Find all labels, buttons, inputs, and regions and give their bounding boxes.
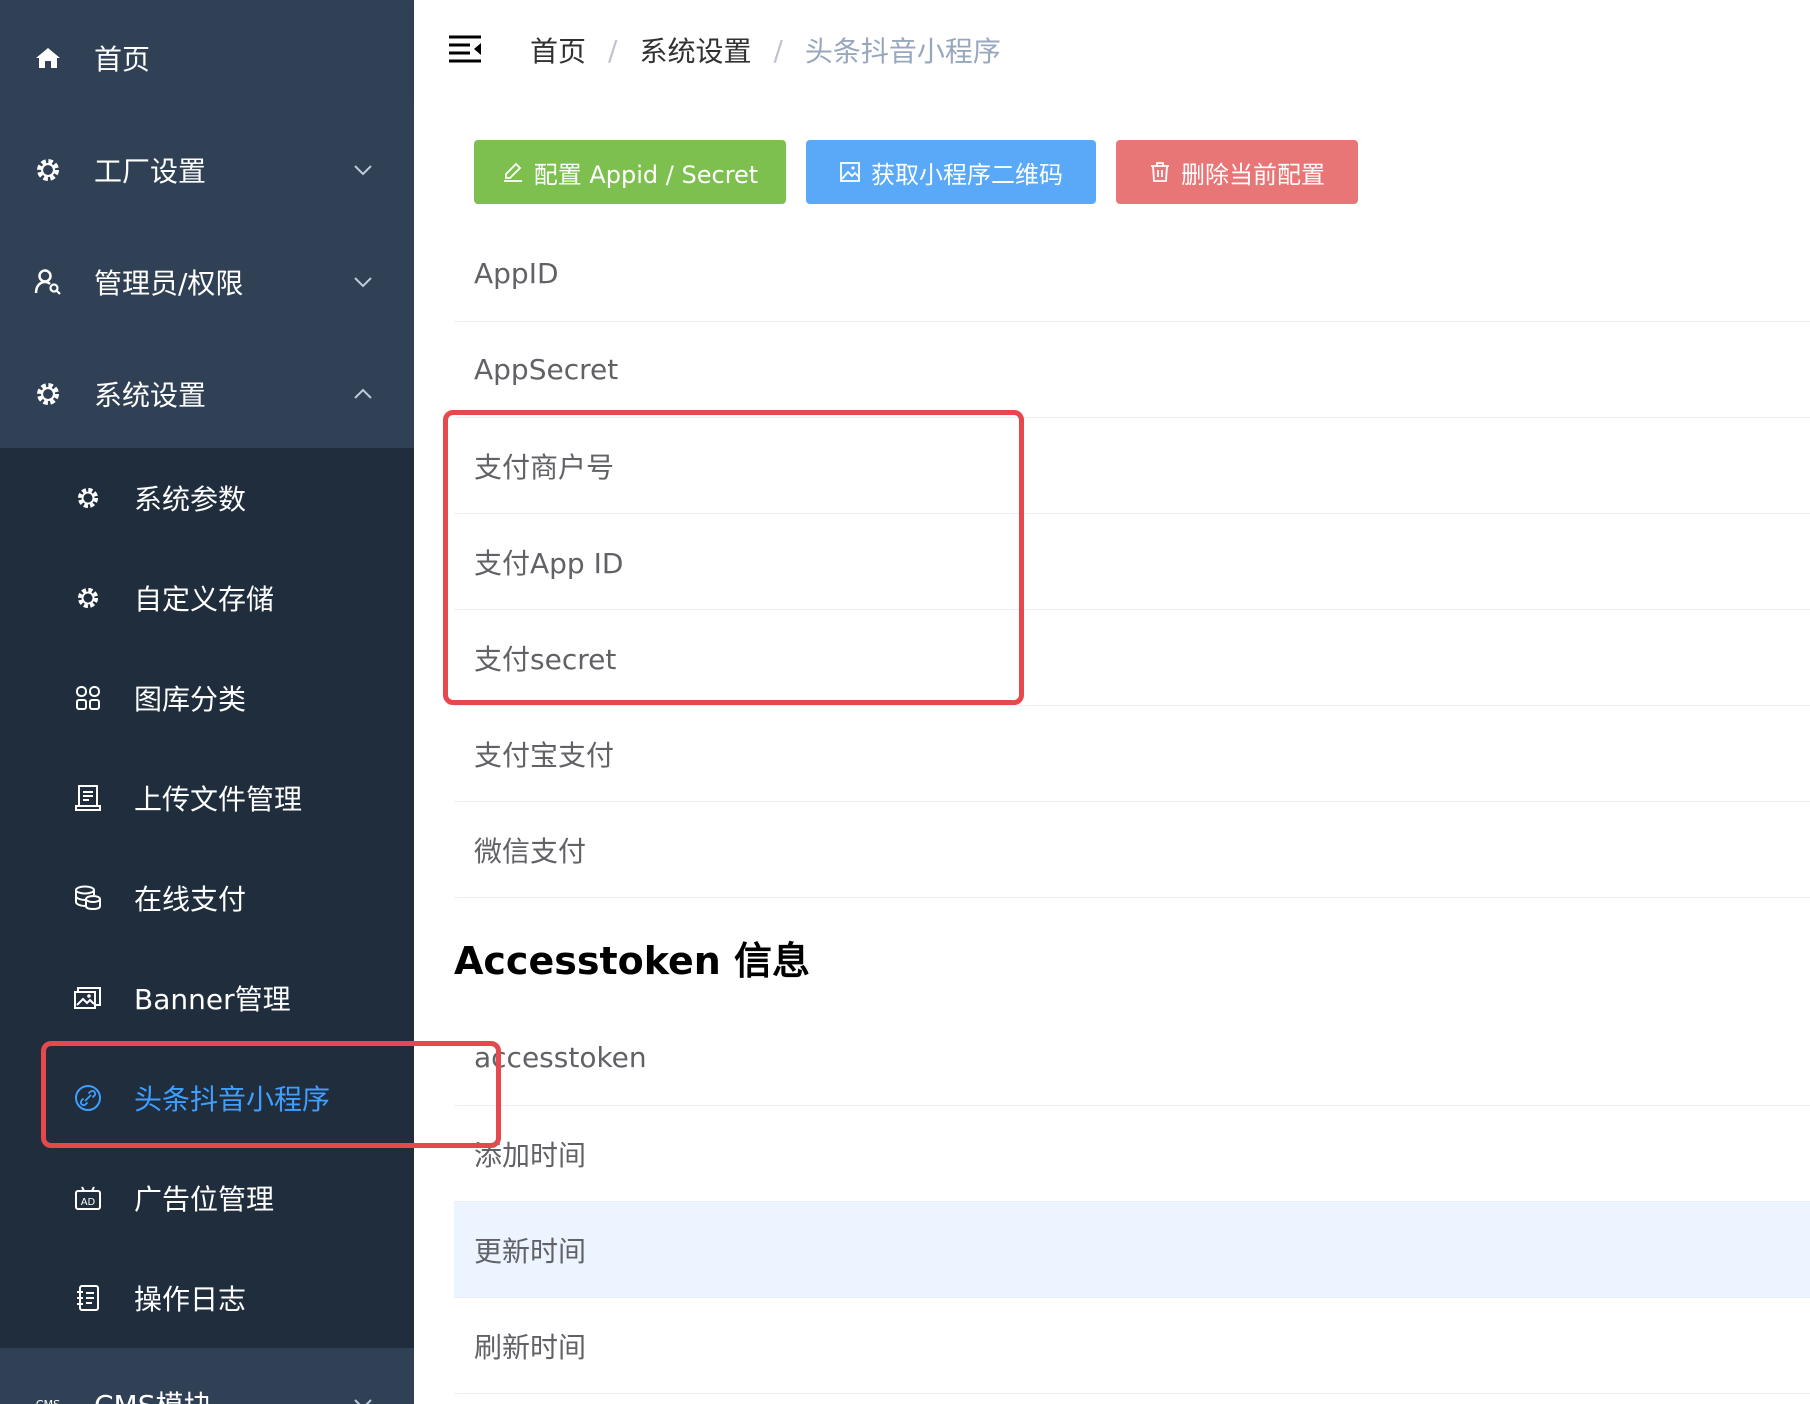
row-label: 更新时间 (474, 1234, 587, 1268)
submenu-item-label: 广告位管理 (134, 1183, 275, 1216)
row-label: 支付secret (474, 642, 617, 676)
picture-icon (840, 162, 860, 182)
row-label: 支付App ID (474, 546, 624, 580)
gear-icon (34, 156, 62, 184)
submenu-item-label: 在线支付 (134, 883, 247, 916)
qrcode-button-label: 获取小程序二维码 (871, 160, 1063, 189)
log-icon (74, 1284, 102, 1312)
row-label: 支付商户号 (474, 450, 615, 484)
chevron-down-icon (352, 159, 374, 181)
submenu-item-banner-management[interactable]: Banner管理 (0, 948, 414, 1048)
sidebar-item-factory-settings[interactable]: 工厂设置 (0, 114, 414, 226)
row-label: AppID (474, 257, 559, 290)
chevron-down-icon (352, 271, 374, 293)
svg-text:AD: AD (81, 1197, 96, 1208)
token-row-updated-time: 更新时间 (454, 1202, 1810, 1298)
config-appid-secret-button[interactable]: 配置 Appid / Secret (474, 140, 786, 204)
submenu-item-label: Banner管理 (134, 983, 291, 1016)
config-row-pay-secret: 支付secret (454, 610, 1810, 706)
sidebar-item-label: 系统设置 (94, 379, 207, 412)
ad-icon: AD (74, 1184, 102, 1212)
breadcrumb-separator: / (608, 33, 618, 67)
main-content: 配置 Appid / Secret 获取小程序二维码 删除当前配置 AppID … (414, 100, 1810, 1404)
sidebar-item-cms-module[interactable]: CMS CMS模块 (0, 1348, 414, 1404)
delete-config-button[interactable]: 删除当前配置 (1116, 140, 1358, 204)
breadcrumb-separator: / (773, 33, 783, 67)
delete-button-label: 删除当前配置 (1181, 160, 1325, 189)
home-icon (34, 44, 62, 72)
gear-icon (74, 484, 102, 512)
get-qrcode-button[interactable]: 获取小程序二维码 (806, 140, 1096, 204)
submenu-item-label: 头条抖音小程序 (134, 1083, 331, 1116)
submenu-item-label: 上传文件管理 (134, 783, 303, 816)
breadcrumb: 首页 / 系统设置 / 头条抖音小程序 (530, 28, 1001, 72)
gear-icon (74, 584, 102, 612)
submenu-item-system-params[interactable]: 系统参数 (0, 448, 414, 548)
breadcrumb-current: 头条抖音小程序 (804, 35, 1001, 68)
gear-icon (34, 380, 62, 408)
submenu-item-label: 系统参数 (134, 483, 247, 516)
sidebar-item-admin-permissions[interactable]: 管理员/权限 (0, 226, 414, 338)
submenu-item-label: 自定义存储 (134, 583, 275, 616)
config-row-appsecret: AppSecret (454, 322, 1810, 418)
row-label: 添加时间 (474, 1138, 587, 1172)
submenu-item-online-payment[interactable]: 在线支付 (0, 848, 414, 948)
grid-icon (74, 684, 102, 712)
sidebar: 首页 工厂设置 管理员/权限 系统设置 系统参数 自定义存储 图库分类 上传文件… (0, 0, 414, 1404)
sidebar-item-system-settings[interactable]: 系统设置 (0, 338, 414, 450)
row-label: 刷新时间 (474, 1330, 587, 1364)
submenu-item-operation-log[interactable]: 操作日志 (0, 1248, 414, 1348)
config-row-pay-merchant-id: 支付商户号 (454, 418, 1810, 514)
config-row-alipay: 支付宝支付 (454, 706, 1810, 802)
submenu-item-ad-management[interactable]: AD 广告位管理 (0, 1148, 414, 1248)
coins-icon (74, 884, 102, 912)
trash-icon (1151, 162, 1169, 182)
sidebar-item-label: 首页 (94, 43, 151, 76)
top-navbar: 首页 / 系统设置 / 头条抖音小程序 (414, 0, 1810, 100)
row-label: 支付宝支付 (474, 738, 615, 772)
edit-icon (503, 162, 522, 182)
chevron-down-icon (352, 1393, 374, 1404)
sidebar-item-label: CMS模块 (94, 1384, 211, 1404)
upload-file-icon (74, 784, 102, 812)
chevron-up-icon (352, 383, 374, 405)
sidebar-item-label: 管理员/权限 (94, 267, 244, 300)
submenu-item-gallery-category[interactable]: 图库分类 (0, 648, 414, 748)
submenu-item-upload-files[interactable]: 上传文件管理 (0, 748, 414, 848)
submenu-item-label: 图库分类 (134, 683, 247, 716)
token-row-added-time: 添加时间 (454, 1106, 1810, 1202)
row-label: AppSecret (474, 353, 619, 386)
row-label: 微信支付 (474, 834, 587, 868)
token-row-refresh-time: 刷新时间 (454, 1298, 1810, 1394)
token-row-accesstoken: accesstoken (454, 1010, 1810, 1106)
submenu-item-label: 操作日志 (134, 1283, 247, 1316)
svg-text:CMS: CMS (36, 1399, 61, 1404)
sidebar-item-label: 工厂设置 (94, 155, 207, 188)
user-key-icon (34, 268, 62, 296)
sidebar-item-home[interactable]: 首页 (0, 2, 414, 114)
config-button-label: 配置 Appid / Secret (533, 160, 759, 189)
link-icon (74, 1084, 102, 1112)
accesstoken-section-title: Accesstoken 信息 (454, 939, 811, 983)
submenu-item-custom-storage[interactable]: 自定义存储 (0, 548, 414, 648)
row-label: accesstoken (474, 1041, 647, 1074)
config-row-wechat-pay: 微信支付 (454, 802, 1810, 898)
cms-icon: CMS (34, 1390, 62, 1404)
config-row-appid: AppID (454, 226, 1810, 322)
config-row-pay-app-id: 支付App ID (454, 514, 1810, 610)
menu-toggle-icon[interactable] (448, 34, 482, 64)
submenu-item-toutiao-douyin-miniapp[interactable]: 头条抖音小程序 (0, 1048, 414, 1148)
system-settings-submenu: 系统参数 自定义存储 图库分类 上传文件管理 在线支付 Banner管理 头条抖… (0, 448, 414, 1348)
breadcrumb-system-settings[interactable]: 系统设置 (639, 30, 751, 70)
breadcrumb-home[interactable]: 首页 (530, 30, 586, 70)
image-icon (74, 984, 102, 1012)
